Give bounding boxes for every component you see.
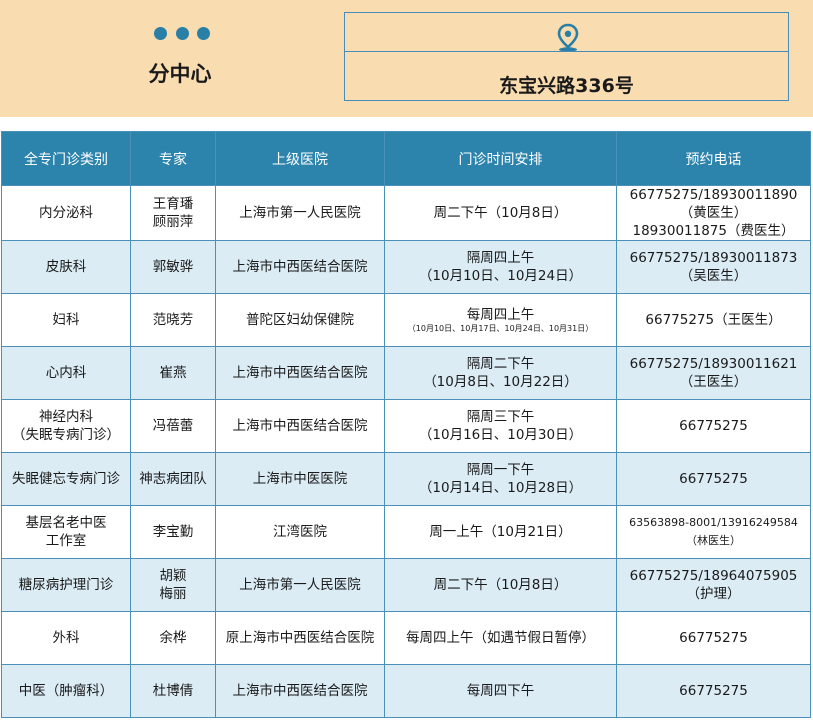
category-cell: 基层名老中医 工作室 <box>1 505 131 559</box>
schedule-cell: 每周四下午 <box>384 664 617 718</box>
column-header-schedule: 门诊时间安排 <box>384 131 617 186</box>
table-row: 基层名老中医 工作室 李宝勤 江湾医院 周一上午（10月21日） 63563898… <box>1 505 811 559</box>
hospital-cell: 普陀区妇幼保健院 <box>215 293 385 347</box>
phone-cell: 66775275/18930011621 （王医生） <box>616 346 811 400</box>
address-box: 东宝兴路336号 <box>344 12 789 101</box>
hospital-cell: 上海市中西医结合医院 <box>215 240 385 294</box>
schedule-cell: 周二下午（10月8日） <box>384 558 617 612</box>
schedule-cell: 周一上午（10月21日） <box>384 505 617 559</box>
header-band: 分中心 东宝兴路336号 <box>0 0 813 117</box>
phone-cell: 66775275/18930011890 （黄医生） 18930011875（费医生… <box>616 185 811 241</box>
hospital-cell: 上海市第一人民医院 <box>215 558 385 612</box>
table-row: 内分泌科 王育璠 顾丽萍 上海市第一人民医院 周二下午（10月8日） 667752… <box>1 185 811 241</box>
address-divider <box>345 51 788 52</box>
dot <box>197 26 210 40</box>
address-text: 东宝兴路336号 <box>499 75 634 97</box>
header-row: 全专门诊类别 专家 上级医院 门诊时间安排 预约电话 <box>1 131 811 186</box>
table-row: 中医（肿瘤科） 杜博倩 上海市中西医结合医院 每周四下午 66775275 <box>1 664 811 718</box>
dot <box>154 26 167 40</box>
expert-cell: 崔燕 <box>130 346 216 400</box>
table-row: 失眠健忘专病门诊 神志病团队 上海市中医医院 隔周一下午 （10月14日、10月2… <box>1 452 811 506</box>
location-pin-icon <box>557 23 579 52</box>
expert-cell: 郭敏骅 <box>130 240 216 294</box>
hospital-cell: 上海市中西医结合医院 <box>215 399 385 453</box>
category-cell: 皮肤科 <box>1 240 131 294</box>
column-header-category: 全专门诊类别 <box>1 131 131 186</box>
category-cell: 中医（肿瘤科） <box>1 664 131 718</box>
expert-cell: 李宝勤 <box>130 505 216 559</box>
expert-cell: 余桦 <box>130 611 216 665</box>
column-header-expert: 专家 <box>130 131 216 186</box>
phone-cell: 66775275 <box>616 664 811 718</box>
category-cell: 心内科 <box>1 346 131 400</box>
table-row: 皮肤科 郭敏骅 上海市中西医结合医院 隔周四上午 （10月10日、10月24日） … <box>1 240 811 294</box>
table-row: 糖尿病护理门诊 胡颖 梅丽 上海市第一人民医院 周二下午（10月8日） 66775… <box>1 558 811 612</box>
schedule-cell: 每周四上午（如遇节假日暂停） <box>384 611 617 665</box>
expert-cell: 神志病团队 <box>130 452 216 506</box>
schedule-cell: 每周四上午 （10月10日、10月17日、10月24日、10月31日） <box>384 293 617 347</box>
category-cell: 外科 <box>1 611 131 665</box>
phone-cell: 63563898-8001/13916249584 （林医生） <box>616 505 811 559</box>
column-header-phone: 预约电话 <box>616 131 811 186</box>
table-row: 心内科 崔燕 上海市中西医结合医院 隔周二下午 （10月8日、10月22日） 66… <box>1 346 811 400</box>
three-dots-icon <box>154 26 210 40</box>
table-row: 外科 余桦 原上海市中西医结合医院 每周四上午（如遇节假日暂停） 6677527… <box>1 611 811 665</box>
hospital-cell: 江湾医院 <box>215 505 385 559</box>
category-cell: 内分泌科 <box>1 185 131 241</box>
phone-cell: 66775275 <box>616 399 811 453</box>
phone-cell: 66775275 <box>616 452 811 506</box>
table-row: 神经内科 （失眠专病门诊） 冯蓓蕾 上海市中西医结合医院 隔周三下午 （10月16日… <box>1 399 811 453</box>
phone-cell: 66775275/18930011873 （吴医生） <box>616 240 811 294</box>
expert-cell: 冯蓓蕾 <box>130 399 216 453</box>
table-row: 妇科 范晓芳 普陀区妇幼保健院 每周四上午 （10月10日、10月17日、10月2… <box>1 293 811 347</box>
center-label: 分中心 <box>148 62 212 86</box>
expert-cell: 王育璠 顾丽萍 <box>130 185 216 241</box>
schedule-table: 全专门诊类别 专家 上级医院 门诊时间安排 预约电话 内分泌科 王育璠 顾丽萍 上… <box>1 131 811 718</box>
expert-cell: 胡颖 梅丽 <box>130 558 216 612</box>
category-cell: 神经内科 （失眠专病门诊） <box>1 399 131 453</box>
category-cell: 糖尿病护理门诊 <box>1 558 131 612</box>
phone-cell: 66775275（王医生） <box>616 293 811 347</box>
hospital-cell: 上海市中西医结合医院 <box>215 346 385 400</box>
expert-cell: 范晓芳 <box>130 293 216 347</box>
category-cell: 失眠健忘专病门诊 <box>1 452 131 506</box>
phone-cell: 66775275 <box>616 611 811 665</box>
hospital-cell: 上海市中医医院 <box>215 452 385 506</box>
hospital-cell: 上海市中西医结合医院 <box>215 664 385 718</box>
dot <box>175 26 189 40</box>
category-cell: 妇科 <box>1 293 131 347</box>
phone-cell: 66775275/18964075905 （护理） <box>616 558 811 612</box>
schedule-cell: 周二下午（10月8日） <box>384 185 617 241</box>
schedule-cell: 隔周一下午 （10月14日、10月28日） <box>384 452 617 506</box>
hospital-cell: 原上海市中西医结合医院 <box>215 611 385 665</box>
hospital-cell: 上海市第一人民医院 <box>215 185 385 241</box>
column-header-hospital: 上级医院 <box>215 131 385 186</box>
schedule-cell: 隔周二下午 （10月8日、10月22日） <box>384 346 617 400</box>
expert-cell: 杜博倩 <box>130 664 216 718</box>
schedule-cell: 隔周三下午 （10月16日、10月30日） <box>384 399 617 453</box>
schedule-cell: 隔周四上午 （10月10日、10月24日） <box>384 240 617 294</box>
